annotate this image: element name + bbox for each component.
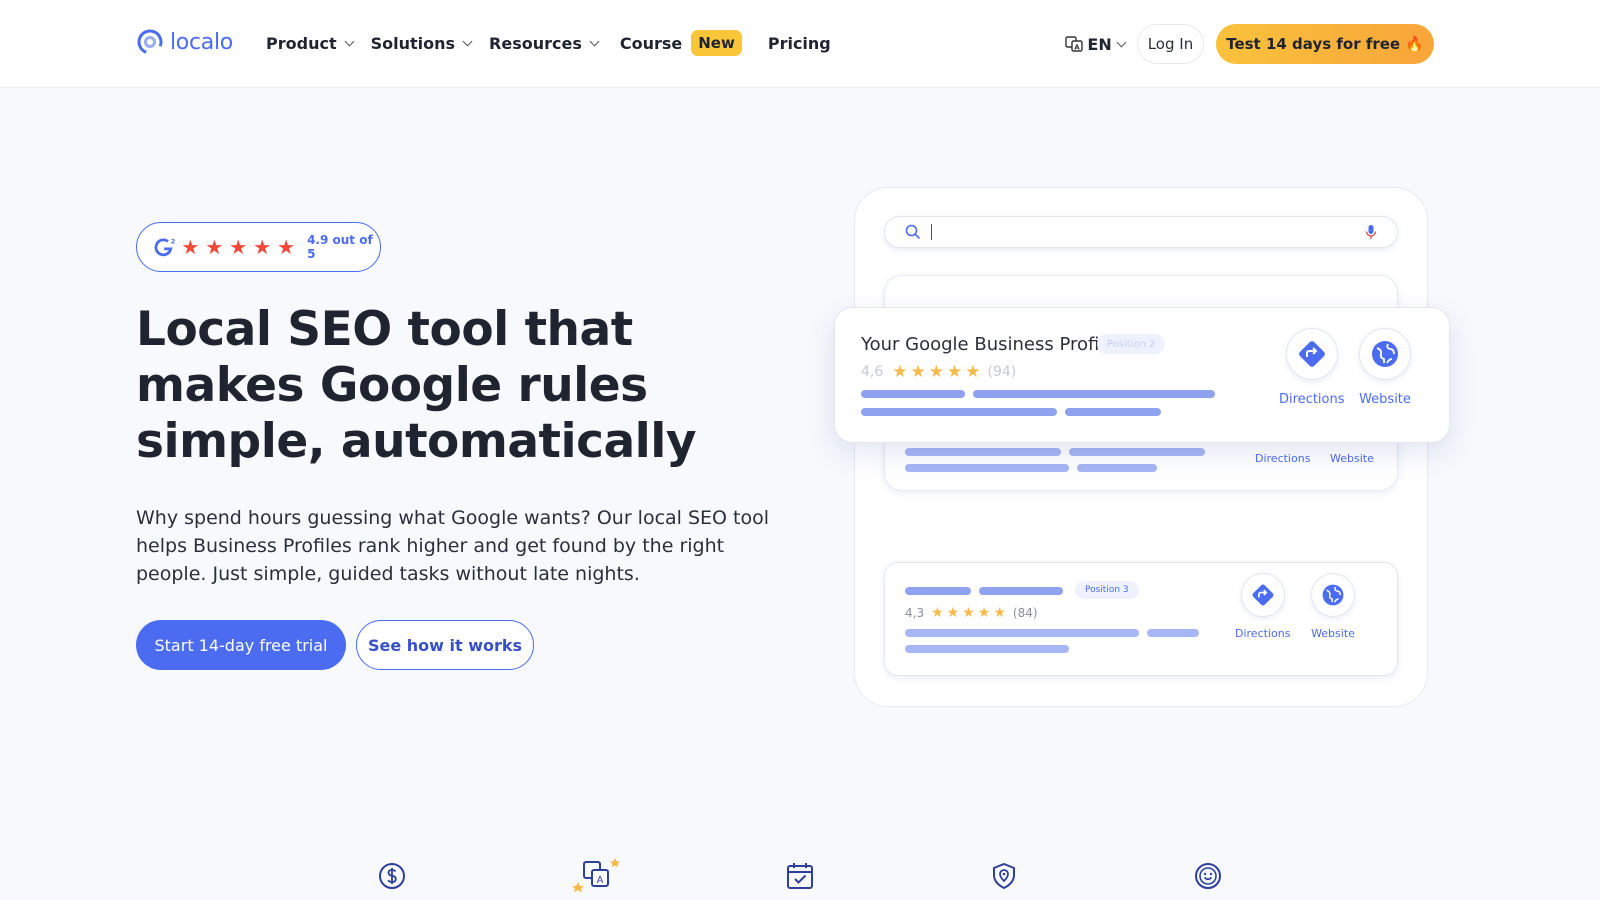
nav-item-label: Solutions xyxy=(370,33,456,53)
globe-icon xyxy=(1359,328,1411,380)
language-label: EN xyxy=(1087,34,1112,54)
nav-item-solutions[interactable]: Solutions xyxy=(370,33,473,53)
placeholder-bar xyxy=(905,645,1069,653)
placeholder-bar xyxy=(1069,448,1205,456)
start-trial-button[interactable]: Start 14-day free trial xyxy=(136,620,346,670)
dollar-icon xyxy=(379,863,405,889)
directions-action[interactable]: Directions xyxy=(1235,573,1290,640)
placeholder-bar xyxy=(861,390,965,398)
nav-item-course[interactable]: Course New xyxy=(620,30,742,56)
chevron-down-icon xyxy=(344,36,355,46)
smiley-icon xyxy=(1195,863,1221,889)
rating-value: 4,3 xyxy=(905,606,925,620)
search-icon xyxy=(905,224,921,240)
website-action[interactable]: Website xyxy=(1359,328,1411,407)
free-trial-button[interactable]: Test 14 days for free 🔥 xyxy=(1216,24,1434,64)
star-icon: ★ xyxy=(229,235,248,259)
calendar-check-icon xyxy=(787,863,813,889)
listing-card-position-3: Position 3 4,3 ★ ★ ★ ★ ★ (84) Directions… xyxy=(884,562,1398,676)
directions-action[interactable]: Directions xyxy=(1279,328,1345,407)
translate-icon: A xyxy=(572,858,620,892)
g2-rating-badge[interactable]: 2 ★ ★ ★ ★ ★ 4.9 out of 5 xyxy=(136,222,381,272)
placeholder-bar xyxy=(905,464,1069,472)
directions-label: Directions xyxy=(1279,392,1345,407)
nav-item-label: Pricing xyxy=(767,33,831,53)
star-icon: ★ xyxy=(931,605,944,621)
star-icon: ★ xyxy=(947,362,963,382)
star-icon: ★ xyxy=(977,605,991,621)
rating-text: 4.9 out of 5 xyxy=(307,233,373,261)
chevron-down-icon xyxy=(1116,37,1127,47)
nav-links: Product Solutions Resources Course New P… xyxy=(266,30,849,56)
chevron-down-icon xyxy=(589,36,600,46)
language-selector[interactable]: A EN xyxy=(1065,34,1127,54)
nav-item-label: Course xyxy=(619,33,683,53)
profile-rating: 4,6 ★ ★ ★ ★ ★ (94) xyxy=(861,362,1016,382)
star-icon: ★ xyxy=(181,235,200,259)
login-button[interactable]: Log In xyxy=(1136,24,1205,64)
nav-item-label: Resources xyxy=(489,33,582,53)
review-count: (94) xyxy=(987,364,1017,380)
star-icon: ★ xyxy=(928,362,945,382)
star-icon: ★ xyxy=(962,605,975,621)
g2-logo-icon: 2 xyxy=(154,237,176,257)
listing-rating: 4,3 ★ ★ ★ ★ ★ (84) xyxy=(905,605,1038,621)
position-badge: Position 2 xyxy=(1097,334,1166,354)
see-how-it-works-button[interactable]: See how it works xyxy=(356,620,534,670)
website-action[interactable]: Website xyxy=(1311,573,1355,640)
star-icon: ★ xyxy=(910,362,926,382)
star-icon: ★ xyxy=(965,362,981,382)
nav-item-product[interactable]: Product xyxy=(266,33,355,53)
nav-item-resources[interactable]: Resources xyxy=(489,33,600,53)
star-icon: ★ xyxy=(253,235,272,259)
logo[interactable]: localo xyxy=(136,28,233,56)
translate-icon: A xyxy=(1065,36,1084,52)
website-label: Website xyxy=(1330,452,1374,465)
star-icon: ★ xyxy=(205,235,224,259)
hero-subtext: Why spend hours guessing what Google wan… xyxy=(136,507,770,585)
svg-text:2: 2 xyxy=(171,237,176,245)
logo-icon xyxy=(137,29,163,55)
star-icon: ★ xyxy=(946,605,960,621)
directions-label: Directions xyxy=(1235,627,1291,640)
nav-item-pricing[interactable]: Pricing xyxy=(768,34,831,53)
placeholder-bar xyxy=(1077,464,1157,472)
profile-title: Your Google Business Profile xyxy=(861,334,1116,355)
logo-text: localo xyxy=(170,29,233,55)
globe-icon xyxy=(1311,573,1355,617)
placeholder-bar xyxy=(905,448,1061,456)
directions-label: Directions xyxy=(1255,452,1311,465)
microphone-icon xyxy=(1365,225,1377,239)
business-profile-card: Your Google Business Profile Position 2 … xyxy=(834,307,1450,443)
svg-text:A: A xyxy=(1075,44,1081,52)
directions-icon xyxy=(1285,328,1338,380)
website-label: Website xyxy=(1311,627,1355,640)
website-label: Website xyxy=(1359,392,1411,407)
svg-text:A: A xyxy=(597,875,604,886)
placeholder-bar xyxy=(905,587,971,595)
shield-location-icon xyxy=(993,862,1015,890)
mock-search-bar xyxy=(884,216,1398,248)
placeholder-bar xyxy=(1147,629,1199,637)
review-count: (84) xyxy=(1012,606,1038,620)
text-caret xyxy=(931,224,932,240)
placeholder-bar xyxy=(905,629,1139,637)
nav-right: A EN Log In Test 14 days for free 🔥 xyxy=(1065,24,1434,64)
star-icon: ★ xyxy=(892,362,908,382)
star-icon: ★ xyxy=(277,235,296,259)
placeholder-bar xyxy=(1065,408,1161,416)
hero-headline: Local SEO tool that makes Google rules s… xyxy=(136,302,697,469)
chevron-down-icon xyxy=(462,36,473,46)
position-badge: Position 3 xyxy=(1075,581,1139,599)
nav-item-label: Product xyxy=(266,33,337,53)
top-nav: localo Product Solutions Resources Cours… xyxy=(0,0,1600,88)
placeholder-bar xyxy=(861,408,1057,416)
rating-value: 4,6 xyxy=(861,364,884,380)
placeholder-bar xyxy=(979,587,1063,595)
placeholder-bar xyxy=(973,390,1215,398)
new-badge: New xyxy=(691,30,742,56)
star-icon: ★ xyxy=(993,605,1006,621)
directions-icon xyxy=(1240,573,1285,617)
